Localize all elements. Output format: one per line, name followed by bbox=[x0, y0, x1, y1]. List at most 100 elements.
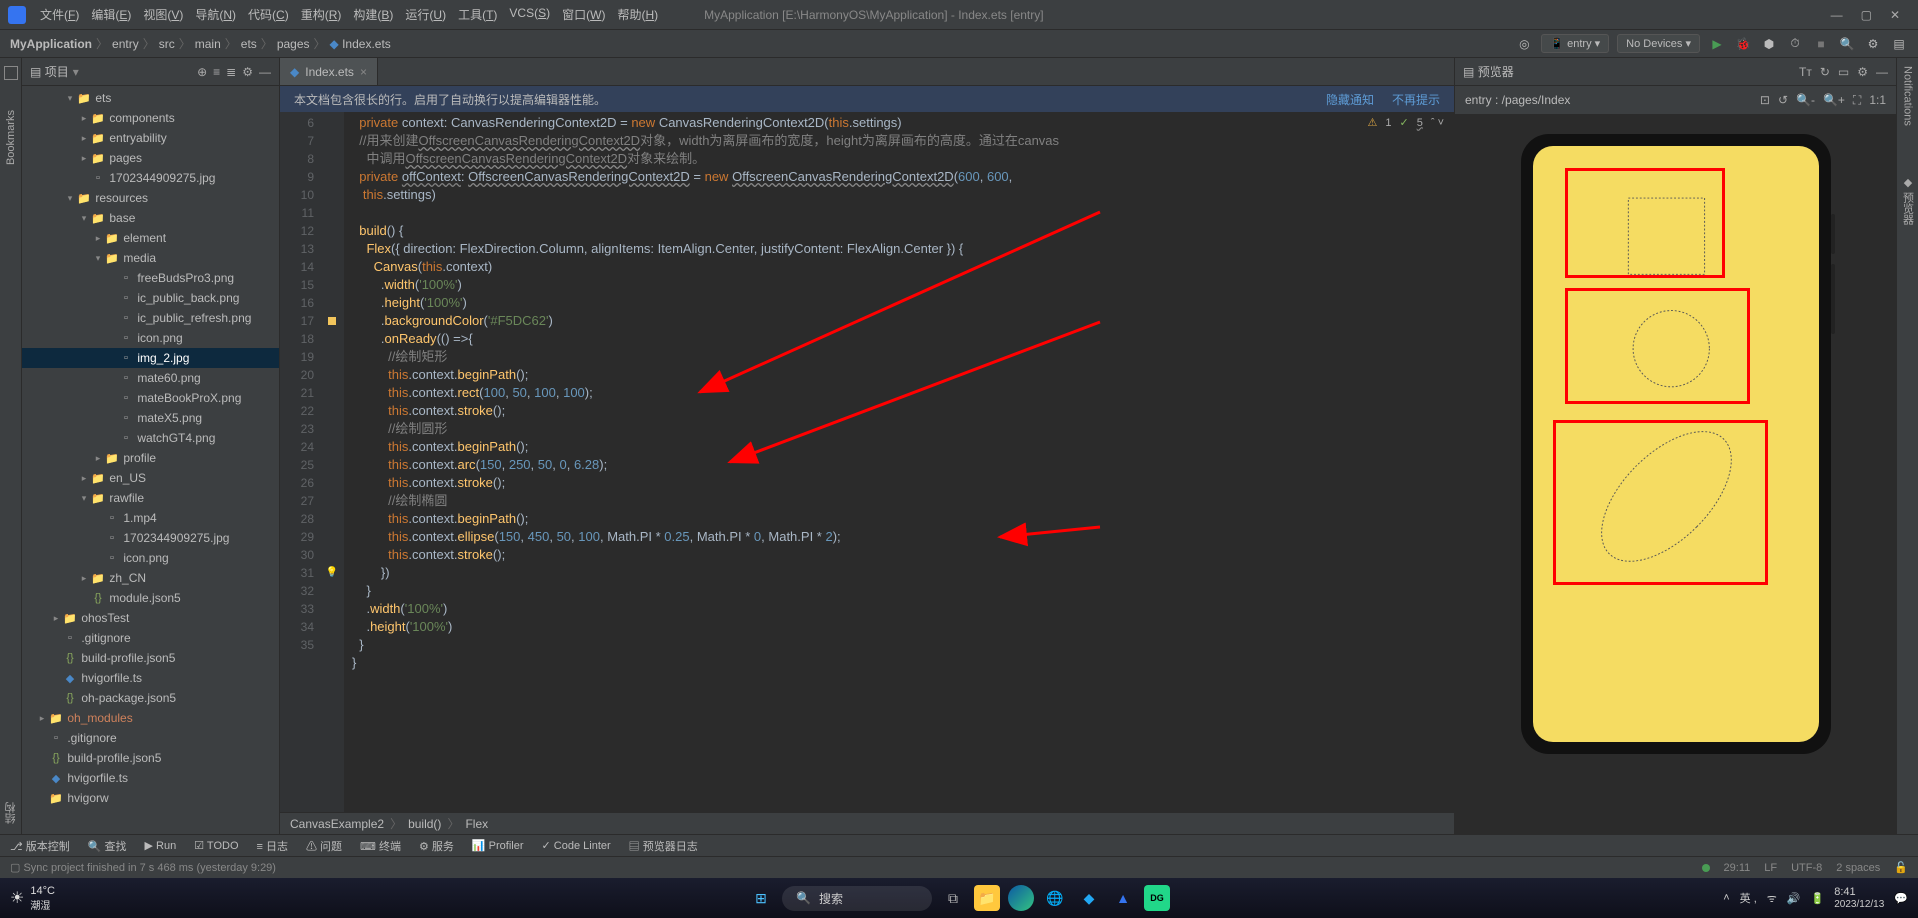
menu-item[interactable]: 构建(B) bbox=[347, 2, 399, 27]
weather-widget[interactable]: ☀ 14°C潮湿 bbox=[10, 885, 55, 912]
tree-item[interactable]: ▫ freeBudsPro3.png bbox=[22, 268, 279, 288]
tree-item[interactable]: ▫ mateX5.png bbox=[22, 408, 279, 428]
stop-icon[interactable]: ■ bbox=[1812, 35, 1830, 53]
tree-item[interactable]: ▾📁 ets bbox=[22, 88, 279, 108]
tab-close-icon[interactable]: × bbox=[360, 65, 367, 79]
debug-icon[interactable]: 🐞 bbox=[1734, 35, 1752, 53]
tree-item[interactable]: ▫ .gitignore bbox=[22, 628, 279, 648]
collapse-icon[interactable]: ≣ bbox=[226, 65, 236, 79]
bottom-tool-服务[interactable]: ⚙ 服务 bbox=[419, 838, 454, 854]
task-view-icon[interactable]: ⧉ bbox=[940, 885, 966, 911]
bottom-tool-Code Linter[interactable]: ✓ Code Linter bbox=[542, 839, 611, 852]
tab-index-ets[interactable]: ◆ Index.ets × bbox=[280, 58, 378, 85]
menu-item[interactable]: 帮助(H) bbox=[611, 2, 664, 27]
zoom-ratio[interactable]: 1:1 bbox=[1869, 93, 1886, 108]
tree-item[interactable]: ◆ hvigorfile.ts bbox=[22, 668, 279, 688]
breadcrumb-item[interactable]: main bbox=[195, 37, 221, 51]
chrome-icon[interactable]: 🌐 bbox=[1042, 885, 1068, 911]
tree-item[interactable]: ▫ icon.png bbox=[22, 328, 279, 348]
hide-icon[interactable]: — bbox=[1876, 65, 1888, 79]
bottom-tool-Run[interactable]: ▶ Run bbox=[145, 839, 177, 852]
bookmarks-label[interactable]: Bookmarks bbox=[5, 110, 17, 165]
tree-item[interactable]: ▫ 1702344909275.jpg bbox=[22, 528, 279, 548]
tree-item[interactable]: 📁 hvigorw bbox=[22, 788, 279, 808]
code-crumb-item[interactable]: CanvasExample2 bbox=[290, 817, 384, 831]
battery-icon[interactable]: 🔋 bbox=[1811, 892, 1825, 905]
inspect-icon[interactable]: ⊡ bbox=[1760, 93, 1770, 108]
locate-icon[interactable]: ⊕ bbox=[197, 65, 207, 79]
menu-item[interactable]: 导航(N) bbox=[189, 2, 242, 27]
menu-item[interactable]: 运行(U) bbox=[399, 2, 452, 27]
refresh-icon[interactable]: ↻ bbox=[1820, 65, 1830, 79]
devices-icon[interactable]: ▭ bbox=[1838, 65, 1849, 79]
tree-item[interactable]: ▸📁 ohosTest bbox=[22, 608, 279, 628]
code-inspection-status[interactable]: ⚠1 ✓5 ˆ ˅ bbox=[1368, 116, 1445, 129]
code-editor[interactable]: 6789101112131415161718192021222324252627… bbox=[280, 112, 1454, 812]
line-ending[interactable]: LF bbox=[1764, 862, 1777, 874]
more-icon[interactable]: ▤ bbox=[1890, 35, 1908, 53]
tree-item[interactable]: ▸📁 en_US bbox=[22, 468, 279, 488]
tree-item[interactable]: {} module.json5 bbox=[22, 588, 279, 608]
breadcrumb-item[interactable]: entry bbox=[112, 37, 139, 51]
edge-icon[interactable] bbox=[1008, 885, 1034, 911]
banner-hide-link[interactable]: 隐藏通知 bbox=[1326, 91, 1374, 108]
previewer-label[interactable]: ◆ 预览器 bbox=[1900, 176, 1916, 225]
text-icon[interactable]: Tт bbox=[1799, 65, 1812, 79]
breadcrumb-item[interactable]: pages bbox=[277, 37, 310, 51]
menu-item[interactable]: 窗口(W) bbox=[556, 2, 611, 27]
menu-item[interactable]: 重构(R) bbox=[295, 2, 348, 27]
device-selector[interactable]: No Devices ▾ bbox=[1617, 34, 1700, 53]
tree-item[interactable]: ▸📁 profile bbox=[22, 448, 279, 468]
volume-icon[interactable]: 🔊 bbox=[1787, 892, 1801, 905]
minimize-icon[interactable]: — bbox=[1831, 8, 1843, 22]
file-encoding[interactable]: UTF-8 bbox=[1791, 862, 1822, 874]
tree-item[interactable]: ◆ hvigorfile.ts bbox=[22, 768, 279, 788]
code-breadcrumb[interactable]: CanvasExample2〉build()〉Flex bbox=[280, 812, 1454, 834]
code-crumb-item[interactable]: build() bbox=[408, 817, 441, 831]
tree-item[interactable]: ▫ img_2.jpg bbox=[22, 348, 279, 368]
bottom-tool-终端[interactable]: ⌨ 终端 bbox=[360, 838, 401, 854]
bottom-tool-查找[interactable]: 🔍 查找 bbox=[88, 838, 127, 854]
menu-item[interactable]: 编辑(E) bbox=[85, 2, 137, 27]
gear-icon[interactable]: ⚙ bbox=[1857, 65, 1868, 79]
module-selector[interactable]: 📱 entry ▾ bbox=[1541, 34, 1609, 53]
bottom-tool-预览器日志[interactable]: ▤ 预览器日志 bbox=[629, 838, 698, 854]
bottom-tool-问题[interactable]: ⚠ 问题 bbox=[306, 838, 342, 854]
tree-item[interactable]: ▫ 1.mp4 bbox=[22, 508, 279, 528]
tree-item[interactable]: ▫ ic_public_back.png bbox=[22, 288, 279, 308]
start-icon[interactable]: ⊞ bbox=[748, 885, 774, 911]
rotate-icon[interactable]: ↺ bbox=[1778, 93, 1788, 108]
tree-item[interactable]: ▸📁 oh_modules bbox=[22, 708, 279, 728]
settings-icon[interactable]: ⚙ bbox=[1864, 35, 1882, 53]
tree-item[interactable]: ▫ watchGT4.png bbox=[22, 428, 279, 448]
close-icon[interactable]: ✕ bbox=[1890, 8, 1900, 22]
menu-item[interactable]: 文件(F) bbox=[34, 2, 85, 27]
breadcrumb-item[interactable]: ets bbox=[241, 37, 257, 51]
bottom-tool-Profiler[interactable]: 📊 Profiler bbox=[472, 839, 524, 852]
tree-item[interactable]: ▫ icon.png bbox=[22, 548, 279, 568]
search-icon[interactable]: 🔍 bbox=[1838, 35, 1856, 53]
wifi-icon[interactable]: ᯤ bbox=[1767, 891, 1777, 906]
tree-item[interactable]: ▫ .gitignore bbox=[22, 728, 279, 748]
zoom-out-icon[interactable]: 🔍- bbox=[1796, 93, 1815, 108]
zoom-in-icon[interactable]: 🔍+ bbox=[1823, 93, 1845, 108]
bottom-tool-TODO[interactable]: ☑ TODO bbox=[194, 839, 238, 852]
tree-item[interactable]: ▸📁 pages bbox=[22, 148, 279, 168]
breadcrumb-item[interactable]: MyApplication bbox=[10, 37, 92, 51]
coverage-icon[interactable]: ⬢ bbox=[1760, 35, 1778, 53]
banner-noprompt-link[interactable]: 不再提示 bbox=[1392, 91, 1440, 108]
system-tray[interactable]: ˄ 英 , ᯤ 🔊 🔋 8:412023/12/13 💬 bbox=[1723, 886, 1908, 910]
tree-item[interactable]: ▸📁 entryability bbox=[22, 128, 279, 148]
fit-icon[interactable]: ⛶ bbox=[1853, 93, 1861, 108]
expand-icon[interactable]: ≡ bbox=[213, 65, 220, 79]
tree-item[interactable]: ▫ 1702344909275.jpg bbox=[22, 168, 279, 188]
maximize-icon[interactable]: ▢ bbox=[1861, 8, 1872, 22]
tree-item[interactable]: ▸📁 components bbox=[22, 108, 279, 128]
breadcrumb-item[interactable]: ◆ Index.ets bbox=[330, 37, 391, 51]
target-icon[interactable]: ◎ bbox=[1515, 35, 1533, 53]
tree-item[interactable]: ▾📁 resources bbox=[22, 188, 279, 208]
taskbar-search[interactable]: 🔍 搜索 bbox=[782, 886, 932, 911]
tree-item[interactable]: ▫ ic_public_refresh.png bbox=[22, 308, 279, 328]
tree-item[interactable]: ▸📁 element bbox=[22, 228, 279, 248]
readonly-icon[interactable]: 🔓 bbox=[1894, 861, 1908, 874]
